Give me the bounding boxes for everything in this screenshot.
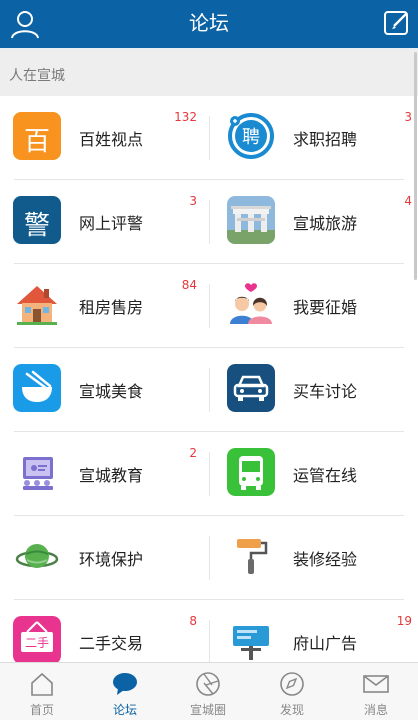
baixing-icon: 百 xyxy=(13,112,61,160)
forum-name: 求职招聘 xyxy=(293,130,358,149)
forum-item-house[interactable]: 租房售房 84 xyxy=(0,264,209,348)
food-icon xyxy=(13,364,61,412)
tab-discover[interactable]: 发现 xyxy=(250,663,334,720)
shutter-icon xyxy=(196,672,220,696)
tab-home[interactable]: 首页 xyxy=(0,663,84,720)
forum-item-car[interactable]: 买车讨论 xyxy=(210,348,418,432)
tab-circle[interactable]: 宣城圈 xyxy=(166,663,250,720)
forum-name: 府山广告 xyxy=(293,634,358,653)
forum-name: 网上评警 xyxy=(79,214,144,233)
forum-count: 19 xyxy=(396,614,412,628)
forum-item-decoration[interactable]: 装修经验 xyxy=(210,516,418,600)
forum-count: 3 xyxy=(189,194,197,208)
education-icon xyxy=(23,457,53,490)
forum-name: 二手交易 xyxy=(79,634,144,653)
couple-icon xyxy=(230,283,272,324)
chat-bubble-icon xyxy=(113,673,137,695)
forum-row: 租房售房 84 我要征婚 xyxy=(0,264,418,348)
paint-roller-icon xyxy=(237,539,268,574)
forum-count: 8 xyxy=(189,614,197,628)
travel-icon xyxy=(227,196,275,244)
forum-row: 警 网上评警 3 宣城旅游 4 xyxy=(0,180,418,264)
police-icon: 警 xyxy=(13,196,61,244)
forum-row: 百 百姓视点 132 聘 求职招聘 3 xyxy=(0,96,418,180)
forum-item-baixing[interactable]: 百 百姓视点 132 xyxy=(0,96,209,180)
forum-name: 环境保护 xyxy=(79,550,144,569)
forum-count: 3 xyxy=(404,110,412,124)
header-bar: 论坛 xyxy=(0,0,418,48)
page-title: 论坛 xyxy=(189,11,229,35)
forum-count: 132 xyxy=(174,110,197,124)
forum-name: 宣城教育 xyxy=(79,466,144,485)
forum-count: 84 xyxy=(181,278,197,292)
forum-item-ads[interactable]: 府山广告 19 xyxy=(210,600,418,662)
tab-label: 首页 xyxy=(29,703,54,717)
bottom-tab-bar: 首页 论坛 宣城圈 发现 消息 xyxy=(0,662,418,720)
forum-name: 运管在线 xyxy=(293,466,358,485)
planet-icon xyxy=(15,544,59,568)
tab-label: 论坛 xyxy=(112,703,137,717)
forum-item-job[interactable]: 聘 求职招聘 3 xyxy=(210,96,418,180)
forum-item-travel[interactable]: 宣城旅游 4 xyxy=(210,180,418,264)
forum-count: 4 xyxy=(404,194,412,208)
forum-row: 环境保护 装修经验 xyxy=(0,516,418,600)
second-hand-icon: 二手 xyxy=(13,616,61,662)
forum-row: 宣城美食 买车讨论 xyxy=(0,348,418,432)
forum-item-food[interactable]: 宣城美食 xyxy=(0,348,209,432)
home-icon xyxy=(31,672,53,696)
forum-row: 二手 二手交易 8 府山广告 19 xyxy=(0,600,418,662)
tab-label: 发现 xyxy=(279,703,304,717)
scrollbar[interactable] xyxy=(414,52,417,280)
tab-label: 宣城圈 xyxy=(189,703,226,717)
svg-text:二手: 二手 xyxy=(25,636,49,650)
tab-label: 消息 xyxy=(363,703,388,717)
forum-name: 百姓视点 xyxy=(79,130,144,149)
forum-item-police[interactable]: 警 网上评警 3 xyxy=(0,180,209,264)
forum-name: 宣城旅游 xyxy=(293,214,358,233)
forum-item-marriage[interactable]: 我要征婚 xyxy=(210,264,418,348)
forum-name: 买车讨论 xyxy=(293,382,358,401)
forum-name: 我要征婚 xyxy=(293,298,358,317)
forum-name: 租房售房 xyxy=(79,298,144,317)
forum-row: 宣城教育 2 运管在线 xyxy=(0,432,418,516)
tab-forum[interactable]: 论坛 xyxy=(83,663,167,720)
section-header: 人在宣城 xyxy=(0,50,418,96)
compass-icon xyxy=(280,672,304,696)
mail-icon xyxy=(363,675,389,693)
forum-name: 宣城美食 xyxy=(79,382,144,401)
forum-grid: 百 百姓视点 132 聘 求职招聘 3 警 网上评警 3 宣城旅游 4 租房售房… xyxy=(0,96,418,662)
job-icon: 聘 xyxy=(228,113,274,159)
section-label: 人在宣城 xyxy=(9,68,65,84)
forum-item-transit[interactable]: 运管在线 xyxy=(210,432,418,516)
house-icon xyxy=(17,286,57,325)
forum-count: 2 xyxy=(189,446,197,460)
tab-messages[interactable]: 消息 xyxy=(334,663,418,720)
car-icon xyxy=(227,364,275,412)
bus-icon xyxy=(227,448,275,496)
forum-item-education[interactable]: 宣城教育 2 xyxy=(0,432,209,516)
forum-item-secondhand[interactable]: 二手 二手交易 8 xyxy=(0,600,209,662)
forum-item-environment[interactable]: 环境保护 xyxy=(0,516,209,600)
svg-text:聘: 聘 xyxy=(242,127,260,148)
billboard-icon xyxy=(233,626,269,660)
compose-icon[interactable] xyxy=(382,8,412,38)
forum-name: 装修经验 xyxy=(293,550,358,569)
